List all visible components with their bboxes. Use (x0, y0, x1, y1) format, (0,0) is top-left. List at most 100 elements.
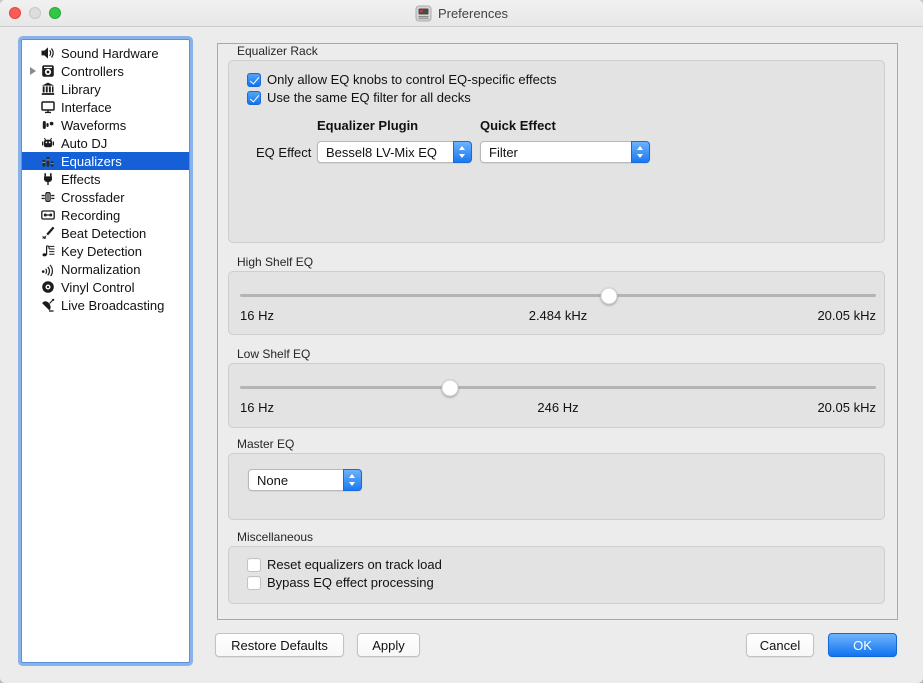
sidebar-item-waveforms[interactable]: Waveforms (22, 116, 189, 134)
sidebar-item-label: Interface (61, 100, 112, 115)
bypass-eq-checkbox-row[interactable]: Bypass EQ effect processing (247, 575, 434, 590)
wand-icon (39, 226, 56, 240)
high-shelf-eq-group: High Shelf EQ 16 Hz 2.484 kHz 20.05 kHz (228, 256, 885, 335)
vinyl-icon (39, 280, 56, 294)
selected-value: Filter (489, 145, 518, 160)
group-box: Reset equalizers on track load Bypass EQ… (228, 546, 885, 604)
robot-icon (39, 136, 56, 150)
sidebar-item-beat-detection[interactable]: Beat Detection (22, 224, 189, 242)
disclosure-slot[interactable] (26, 67, 39, 75)
sound-wave-icon (39, 262, 56, 276)
low-shelf-slider[interactable] (240, 379, 876, 396)
sidebar-item-library[interactable]: Library (22, 80, 189, 98)
close-button[interactable] (9, 7, 21, 19)
sidebar-item-crossfader[interactable]: Crossfader (22, 188, 189, 206)
slider-track[interactable] (240, 386, 876, 389)
checkbox-label[interactable]: Use the same EQ filter for all decks (267, 90, 471, 105)
reset-equalizers-checkbox[interactable] (247, 558, 261, 572)
slider-scale: 16 Hz 246 Hz 20.05 kHz (240, 400, 876, 415)
cancel-button[interactable]: Cancel (746, 633, 814, 657)
window-title: Preferences (438, 6, 508, 21)
scale-value-label: 246 Hz (452, 400, 664, 415)
eq-knobs-checkbox[interactable] (247, 73, 261, 87)
group-title: Equalizer Rack (237, 45, 885, 58)
scale-max-label: 20.05 kHz (664, 308, 876, 323)
slider-handle[interactable] (600, 287, 617, 304)
sidebar-item-interface[interactable]: Interface (22, 98, 189, 116)
zoom-button[interactable] (49, 7, 61, 19)
scale-min-label: 16 Hz (240, 308, 452, 323)
sidebar-item-label: Library (61, 82, 101, 97)
sidebar-item-auto-dj[interactable]: Auto DJ (22, 134, 189, 152)
group-title: Miscellaneous (237, 531, 885, 544)
apply-button[interactable]: Apply (357, 633, 420, 657)
eq-knobs-checkbox-row[interactable]: Only allow EQ knobs to control EQ-specif… (247, 72, 557, 87)
reset-equalizers-checkbox-row[interactable]: Reset equalizers on track load (247, 557, 442, 572)
title-wrap: Preferences (415, 5, 508, 22)
scale-min-label: 16 Hz (240, 400, 452, 415)
master-eq-select[interactable]: None (248, 469, 362, 491)
sidebar-item-label: Controllers (61, 64, 124, 79)
quick-effect-select[interactable]: Filter (480, 141, 650, 163)
chevron-up-down-icon (453, 141, 472, 163)
slider-handle[interactable] (441, 379, 458, 396)
preferences-window: Preferences Sound Hardware Controllers L… (0, 0, 923, 683)
master-eq-group: Master EQ None (228, 438, 885, 520)
sidebar-item-label: Auto DJ (61, 136, 107, 151)
equalizer-plugin-select[interactable]: Bessel8 LV-Mix EQ (317, 141, 472, 163)
miscellaneous-group: Miscellaneous Reset equalizers on track … (228, 531, 885, 604)
sidebar-item-label: Recording (61, 208, 120, 223)
scale-max-label: 20.05 kHz (664, 400, 876, 415)
same-eq-filter-checkbox[interactable] (247, 91, 261, 105)
traffic-lights (9, 7, 61, 19)
sidebar-item-label: Equalizers (61, 154, 122, 169)
sidebar-item-label: Normalization (61, 262, 140, 277)
quick-effect-column-header: Quick Effect (480, 118, 556, 133)
scale-value-label: 2.484 kHz (452, 308, 664, 323)
group-box: 16 Hz 246 Hz 20.05 kHz (228, 363, 885, 428)
group-title: High Shelf EQ (237, 256, 885, 269)
library-icon (39, 82, 56, 96)
checkbox-label[interactable]: Only allow EQ knobs to control EQ-specif… (267, 72, 557, 87)
slider-track[interactable] (240, 294, 876, 297)
group-box: None (228, 453, 885, 520)
ok-button[interactable]: OK (828, 633, 897, 657)
chevron-up-down-icon (631, 141, 650, 163)
checkbox-label[interactable]: Reset equalizers on track load (267, 557, 442, 572)
plug-icon (39, 172, 56, 186)
restore-defaults-button[interactable]: Restore Defaults (215, 633, 344, 657)
music-note-icon (39, 244, 56, 258)
group-title: Low Shelf EQ (237, 348, 885, 361)
sidebar-item-recording[interactable]: Recording (22, 206, 189, 224)
sidebar-item-key-detection[interactable]: Key Detection (22, 242, 189, 260)
sidebar-item-normalization[interactable]: Normalization (22, 260, 189, 278)
sidebar-item-equalizers[interactable]: Equalizers (22, 152, 189, 170)
eq-effect-row-label: EQ Effect (256, 145, 311, 160)
sidebar-item-label: Vinyl Control (61, 280, 134, 295)
satellite-icon (39, 298, 56, 312)
waveform-icon (39, 118, 56, 132)
low-shelf-eq-group: Low Shelf EQ 16 Hz 246 Hz 20.05 kHz (228, 348, 885, 428)
disclosure-triangle-icon[interactable] (30, 67, 36, 75)
sidebar-item-label: Waveforms (61, 118, 126, 133)
sidebar-item-vinyl-control[interactable]: Vinyl Control (22, 278, 189, 296)
high-shelf-slider[interactable] (240, 287, 876, 304)
sidebar-item-sound-hardware[interactable]: Sound Hardware (22, 44, 189, 62)
sidebar-item-controllers[interactable]: Controllers (22, 62, 189, 80)
same-eq-filter-checkbox-row[interactable]: Use the same EQ filter for all decks (247, 90, 471, 105)
checkbox-label[interactable]: Bypass EQ effect processing (267, 575, 434, 590)
equalizer-rack-group: Equalizer Rack Only allow EQ knobs to co… (228, 45, 885, 243)
chevron-up-down-icon (343, 469, 362, 491)
sidebar-item-effects[interactable]: Effects (22, 170, 189, 188)
sidebar-item-label: Beat Detection (61, 226, 146, 241)
minimize-button (29, 7, 41, 19)
equalizer-icon (39, 154, 56, 168)
sidebar-item-live-broadcasting[interactable]: Live Broadcasting (22, 296, 189, 314)
sidebar-item-label: Live Broadcasting (61, 298, 164, 313)
group-title: Master EQ (237, 438, 885, 451)
sidebar-item-label: Sound Hardware (61, 46, 159, 61)
speaker-icon (39, 46, 56, 60)
crossfader-icon (39, 190, 56, 204)
group-box: Only allow EQ knobs to control EQ-specif… (228, 60, 885, 243)
bypass-eq-checkbox[interactable] (247, 576, 261, 590)
